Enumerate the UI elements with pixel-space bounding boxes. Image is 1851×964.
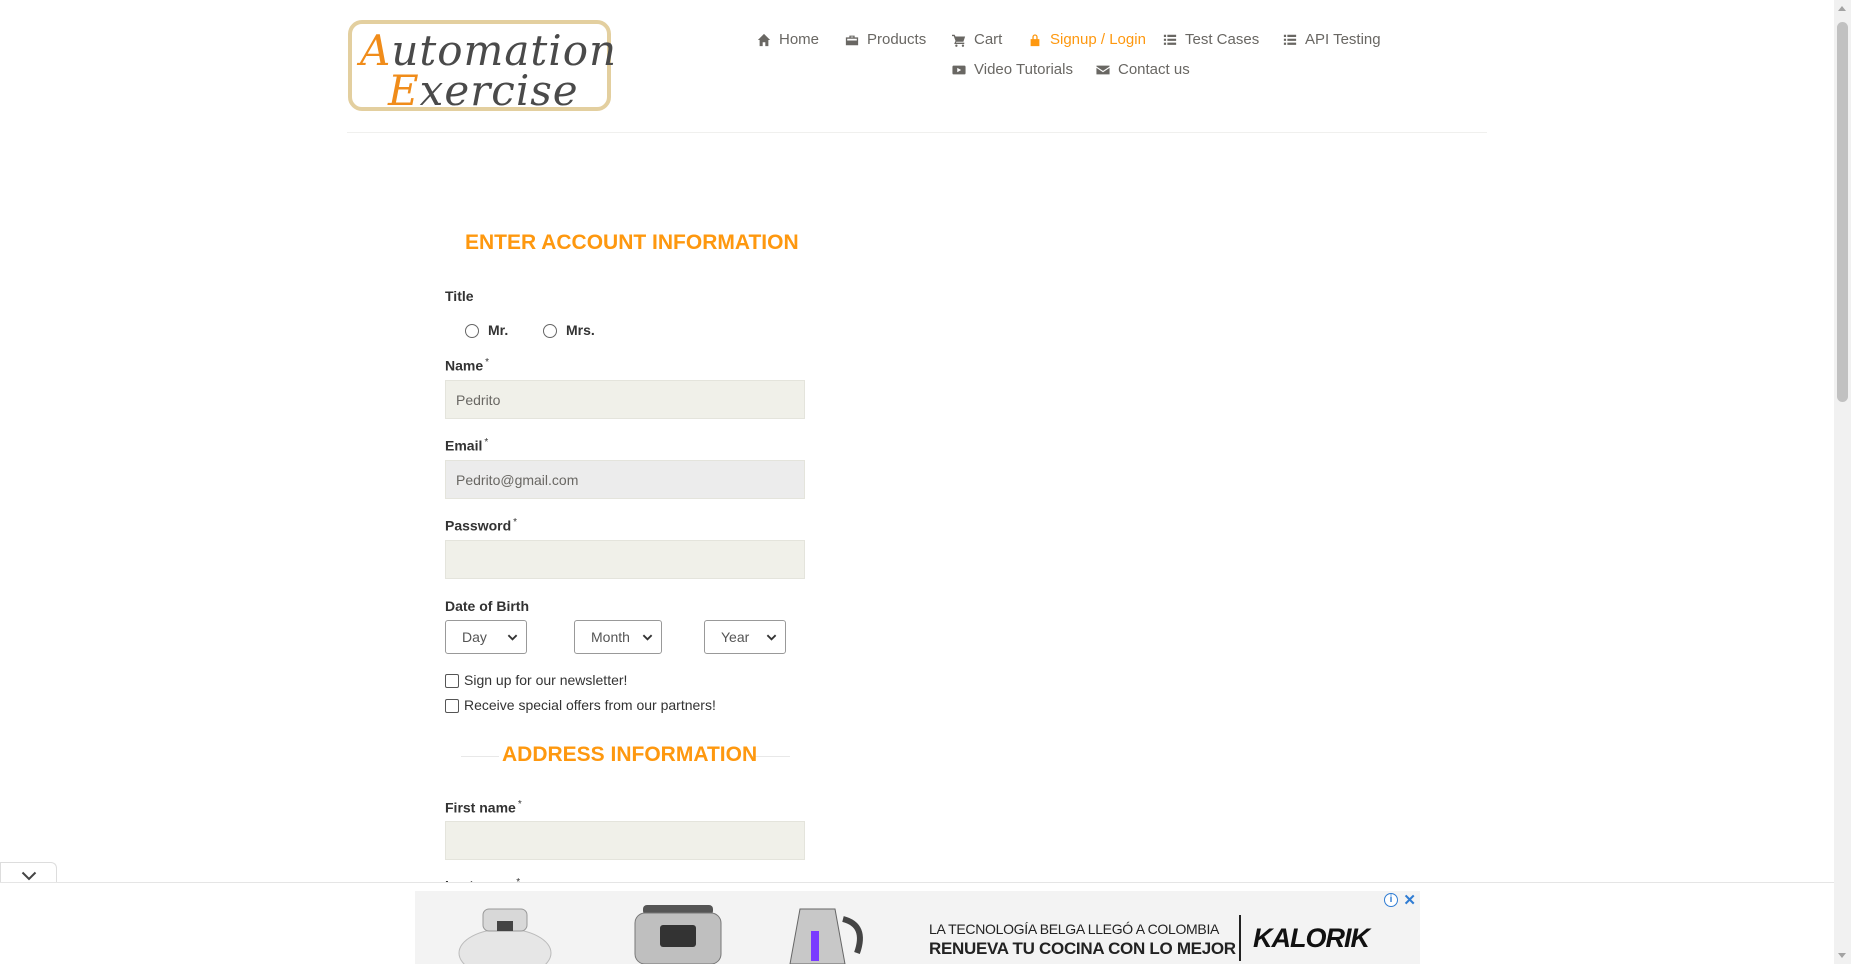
account-info-heading: ENTER ACCOUNT INFORMATION <box>465 231 799 254</box>
ad-brand: KALORIK <box>1253 923 1370 953</box>
scrollbar-thumb[interactable] <box>1837 22 1848 402</box>
ad-info-icon[interactable]: i <box>1384 893 1398 907</box>
nav-contact-us[interactable]: Contact us <box>1096 61 1190 78</box>
appliances-image <box>458 905 863 964</box>
title-mrs-radio[interactable] <box>543 324 557 338</box>
title-label: Title <box>445 288 474 304</box>
ad-divider <box>1239 915 1241 961</box>
list-icon <box>1283 34 1297 45</box>
cart-icon <box>952 34 966 47</box>
nav-api-testing[interactable]: API Testing <box>1283 31 1381 48</box>
chevron-down-icon <box>766 634 777 641</box>
dob-day-select[interactable]: Day <box>445 620 527 654</box>
logo-line-2: Exercise <box>388 66 579 115</box>
scroll-up-icon[interactable] <box>1838 6 1846 11</box>
dob-year-select[interactable]: Year <box>704 620 786 654</box>
home-icon <box>757 33 771 46</box>
title-mr-radio[interactable] <box>465 324 479 338</box>
email-label: Email * <box>445 437 489 454</box>
briefcase-icon <box>845 35 859 45</box>
site-logo[interactable]: Automation Exercise <box>348 20 616 115</box>
chevron-down-icon <box>642 634 653 641</box>
youtube-play-icon <box>952 65 966 74</box>
title-mrs-label[interactable]: Mrs. <box>566 322 595 338</box>
offers-checkbox[interactable] <box>445 699 459 713</box>
name-label: Name * <box>445 357 490 374</box>
nav-video-tutorials[interactable]: Video Tutorials <box>952 61 1073 78</box>
password-input[interactable] <box>445 540 805 579</box>
advertisement-banner[interactable]: LA TECNOLOGÍA BELGA LLEGÓ A COLOMBIA REN… <box>415 891 1420 964</box>
nav-home[interactable]: Home <box>757 31 819 48</box>
address-heading-rule-left <box>461 756 499 757</box>
address-info-heading: ADDRESS INFORMATION <box>502 743 758 766</box>
nav-test-cases[interactable]: Test Cases <box>1163 31 1259 48</box>
chevron-down-icon <box>507 634 518 641</box>
offers-label[interactable]: Receive special offers from our partners… <box>464 697 716 713</box>
ad-text-line-1: LA TECNOLOGÍA BELGA LLEGÓ A COLOMBIA <box>929 921 1220 937</box>
dob-month-select[interactable]: Month <box>574 620 662 654</box>
ad-text-line-2: RENUEVA TU COCINA CON LO MEJOR <box>929 939 1236 958</box>
scroll-down-icon[interactable] <box>1838 953 1846 958</box>
newsletter-label[interactable]: Sign up for our newsletter! <box>464 672 627 688</box>
first-name-input[interactable] <box>445 821 805 860</box>
chevron-down-icon <box>21 871 36 880</box>
newsletter-checkbox[interactable] <box>445 674 459 688</box>
envelope-icon <box>1096 65 1110 74</box>
first-name-label: First name * <box>445 799 522 816</box>
password-label: Password * <box>445 517 518 534</box>
page-scrollbar[interactable] <box>1834 0 1851 964</box>
ad-close-icon[interactable]: ✕ <box>1403 891 1416 909</box>
name-input[interactable] <box>445 380 805 419</box>
email-input[interactable] <box>445 460 805 499</box>
list-icon <box>1163 34 1177 45</box>
nav-cart[interactable]: Cart <box>952 31 1002 48</box>
title-mr-label[interactable]: Mr. <box>488 322 508 338</box>
address-heading-rule-right <box>752 756 790 757</box>
header-divider <box>347 132 1487 133</box>
lock-icon <box>1030 33 1040 46</box>
nav-products[interactable]: Products <box>845 31 926 48</box>
nav-signup-login[interactable]: Signup / Login <box>1028 31 1146 48</box>
dob-label: Date of Birth <box>445 598 529 614</box>
